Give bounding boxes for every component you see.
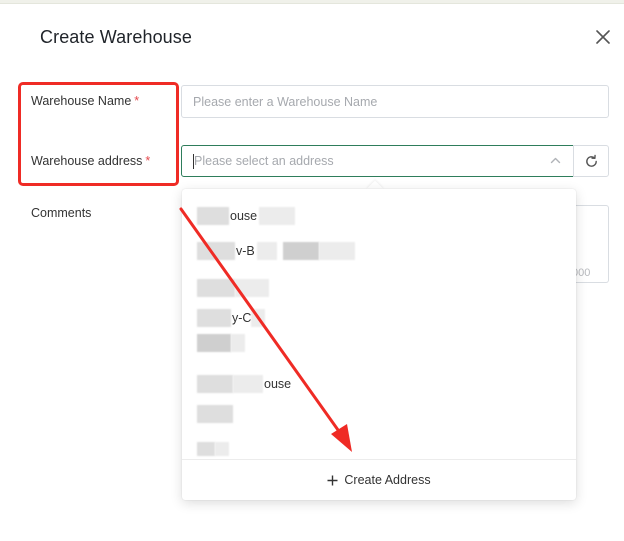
warehouse-name-input[interactable]: Please enter a Warehouse Name [181,85,609,118]
plus-icon [327,475,338,486]
address-option[interactable]: v-B [197,242,355,260]
address-dropdown: ouse v-B y-C ouse Create Address [182,189,576,500]
close-button[interactable] [592,26,614,48]
address-option[interactable] [197,442,229,456]
close-icon [596,30,610,44]
create-address-button[interactable]: Create Address [182,459,576,500]
address-option[interactable]: y-C [197,309,266,327]
warehouse-name-label: Warehouse Name * [31,94,140,108]
refresh-icon [585,154,597,167]
required-mark: * [134,94,140,108]
address-options-list: ouse v-B y-C ouse [182,189,576,459]
modal-title: Create Warehouse [40,27,193,47]
warehouse-name-placeholder: Please enter a Warehouse Name [193,94,378,109]
address-option[interactable] [197,334,245,352]
address-option[interactable] [197,405,233,423]
chevron-up-icon [550,157,561,164]
comments-label: Comments [31,206,92,220]
warehouse-address-placeholder: Please select an address [194,154,334,168]
address-option[interactable]: ouse [197,375,291,393]
warehouse-address-label: Warehouse address * [31,154,151,168]
warehouse-address-select[interactable]: Please select an address [181,145,574,177]
refresh-address-button[interactable] [573,145,609,177]
address-option[interactable]: ouse [197,207,296,225]
create-address-label: Create Address [344,473,431,487]
top-edge-strip [0,0,624,4]
address-option[interactable] [197,279,269,297]
text-cursor [193,154,194,169]
required-mark: * [145,154,151,168]
